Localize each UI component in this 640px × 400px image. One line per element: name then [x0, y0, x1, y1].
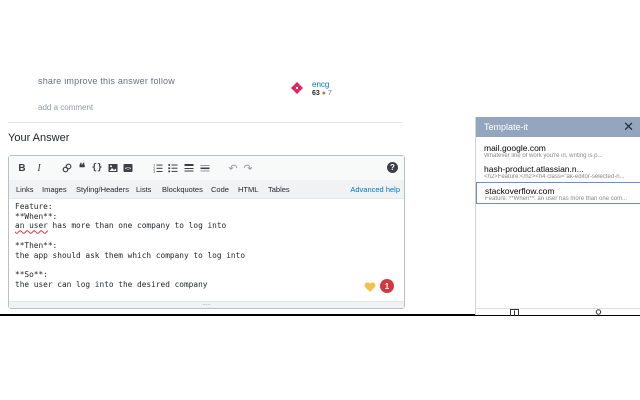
- help-tab-lists[interactable]: Lists: [136, 185, 151, 194]
- horizontal-rule-icon: [200, 165, 210, 172]
- bullet-list-icon: [168, 164, 178, 173]
- code-icon: {}: [91, 163, 103, 173]
- help-tab-styling[interactable]: Styling/Headers: [76, 185, 129, 194]
- bold-icon: B: [18, 162, 26, 174]
- help-button[interactable]: ?: [387, 162, 398, 173]
- help-tab-links[interactable]: Links: [16, 185, 34, 194]
- editor-toolbar: B I ❝ {} <> 123 ↶ ↷ ?: [9, 156, 404, 181]
- resize-grip[interactable]: .....: [9, 301, 404, 308]
- italic-button[interactable]: I: [34, 161, 44, 175]
- user-reputation: 63 ● 7: [312, 90, 332, 97]
- lock-glyph: [595, 309, 602, 315]
- reputation-score: 63: [312, 90, 320, 97]
- panel-footer: [476, 308, 640, 317]
- help-tab-code[interactable]: Code: [211, 185, 229, 194]
- blockquote-icon: ❝: [78, 161, 86, 175]
- spelling-error[interactable]: an user: [15, 221, 48, 230]
- identicon-icon: [289, 80, 305, 96]
- svg-text:3: 3: [153, 170, 155, 173]
- undo-button[interactable]: ↶: [227, 161, 239, 175]
- post-menu-text: share improve this answer follow: [38, 78, 175, 86]
- ordered-list-icon: 123: [153, 164, 163, 173]
- bulleted-list-button[interactable]: [167, 161, 179, 175]
- editor-line: **So**:: [15, 269, 48, 279]
- advanced-help-link[interactable]: Advanced help: [350, 185, 400, 194]
- heading-button[interactable]: [183, 161, 195, 175]
- editor-line: **Then**:: [15, 240, 58, 250]
- help-tab-blockquotes[interactable]: Blockquotes: [162, 185, 203, 194]
- add-comment-link[interactable]: add a comment: [38, 103, 93, 112]
- add-template-glyph: [510, 309, 519, 317]
- help-tab-tables[interactable]: Tables: [268, 185, 290, 194]
- panel-title: Template-it: [484, 122, 529, 132]
- image-button[interactable]: [107, 161, 119, 175]
- lock-icon[interactable]: [595, 309, 602, 317]
- template-it-panel: Template-it ✕ mail.google.com Whatever l…: [475, 117, 640, 317]
- answer-textarea[interactable]: Feature: **When**: an user has more than o…: [15, 202, 385, 289]
- blockquote-button[interactable]: ❝: [76, 161, 88, 175]
- bronze-badge-icon: ●: [321, 90, 326, 97]
- redo-button[interactable]: ↷: [242, 161, 254, 175]
- panel-header: Template-it ✕: [476, 117, 640, 137]
- bold-button[interactable]: B: [17, 161, 27, 175]
- editor-line: an user has more than one company to log…: [15, 221, 385, 231]
- heading-icon: [184, 164, 194, 172]
- numbered-list-button[interactable]: 123: [152, 161, 164, 175]
- template-preview: Whatever line of work you're in, writing…: [484, 153, 603, 159]
- avatar[interactable]: [289, 80, 305, 96]
- template-item[interactable]: hash-product.atlassian.n... <h2>Feature:…: [476, 162, 640, 184]
- editor-line: the user can log into the desired compan…: [15, 279, 208, 289]
- snippet-button[interactable]: <>: [122, 161, 134, 175]
- add-template-icon[interactable]: [510, 309, 519, 317]
- code-button[interactable]: {}: [91, 161, 103, 175]
- template-preview: Feature: **When**: an user has more than…: [485, 196, 628, 202]
- help-icon: ?: [390, 163, 395, 172]
- editor-line-text: has more than one company to log into: [47, 221, 227, 231]
- divider: [8, 122, 403, 123]
- snippet-icon: <>: [123, 164, 133, 172]
- notification-badge[interactable]: 1: [380, 279, 394, 293]
- horizontal-rule-button[interactable]: [199, 161, 211, 175]
- editor-line: the app should ask them which company to…: [15, 250, 246, 260]
- editor-help-bar: Links Images Styling/Headers Lists Block…: [9, 180, 404, 199]
- template-item[interactable]: mail.google.com Whatever line of work yo…: [476, 141, 640, 163]
- undo-icon: ↶: [228, 162, 238, 175]
- editor-line: Feature:: [15, 202, 53, 211]
- template-item-selected[interactable]: stackoverflow.com Feature: **When**: an …: [476, 182, 640, 204]
- bronze-badge-count: 7: [327, 90, 332, 97]
- template-title: hash-product.atlassian.n...: [484, 164, 584, 174]
- template-preview: <h2>Feature:</h2><h4 class="ak-editor-se…: [484, 174, 625, 180]
- help-tab-images[interactable]: Images: [42, 185, 67, 194]
- close-icon[interactable]: ✕: [623, 119, 634, 135]
- link-icon: [62, 163, 72, 173]
- grammarly-heart-icon[interactable]: [364, 280, 376, 292]
- link-button[interactable]: [61, 161, 73, 175]
- editor-line: **When**:: [15, 211, 58, 221]
- template-title: mail.google.com: [484, 143, 546, 153]
- template-title: stackoverflow.com: [485, 186, 555, 196]
- your-answer-heading: Your Answer: [8, 132, 70, 144]
- redo-icon: ↷: [243, 162, 253, 175]
- svg-text:<>: <>: [125, 166, 132, 172]
- answer-editor: B I ❝ {} <> 123 ↶ ↷ ? Links Images Styli: [8, 155, 405, 309]
- image-icon: [108, 164, 118, 172]
- italic-icon: I: [37, 162, 41, 174]
- heart-icon: [364, 282, 376, 292]
- help-tab-html[interactable]: HTML: [238, 185, 258, 194]
- user-name-link[interactable]: encg: [312, 80, 329, 89]
